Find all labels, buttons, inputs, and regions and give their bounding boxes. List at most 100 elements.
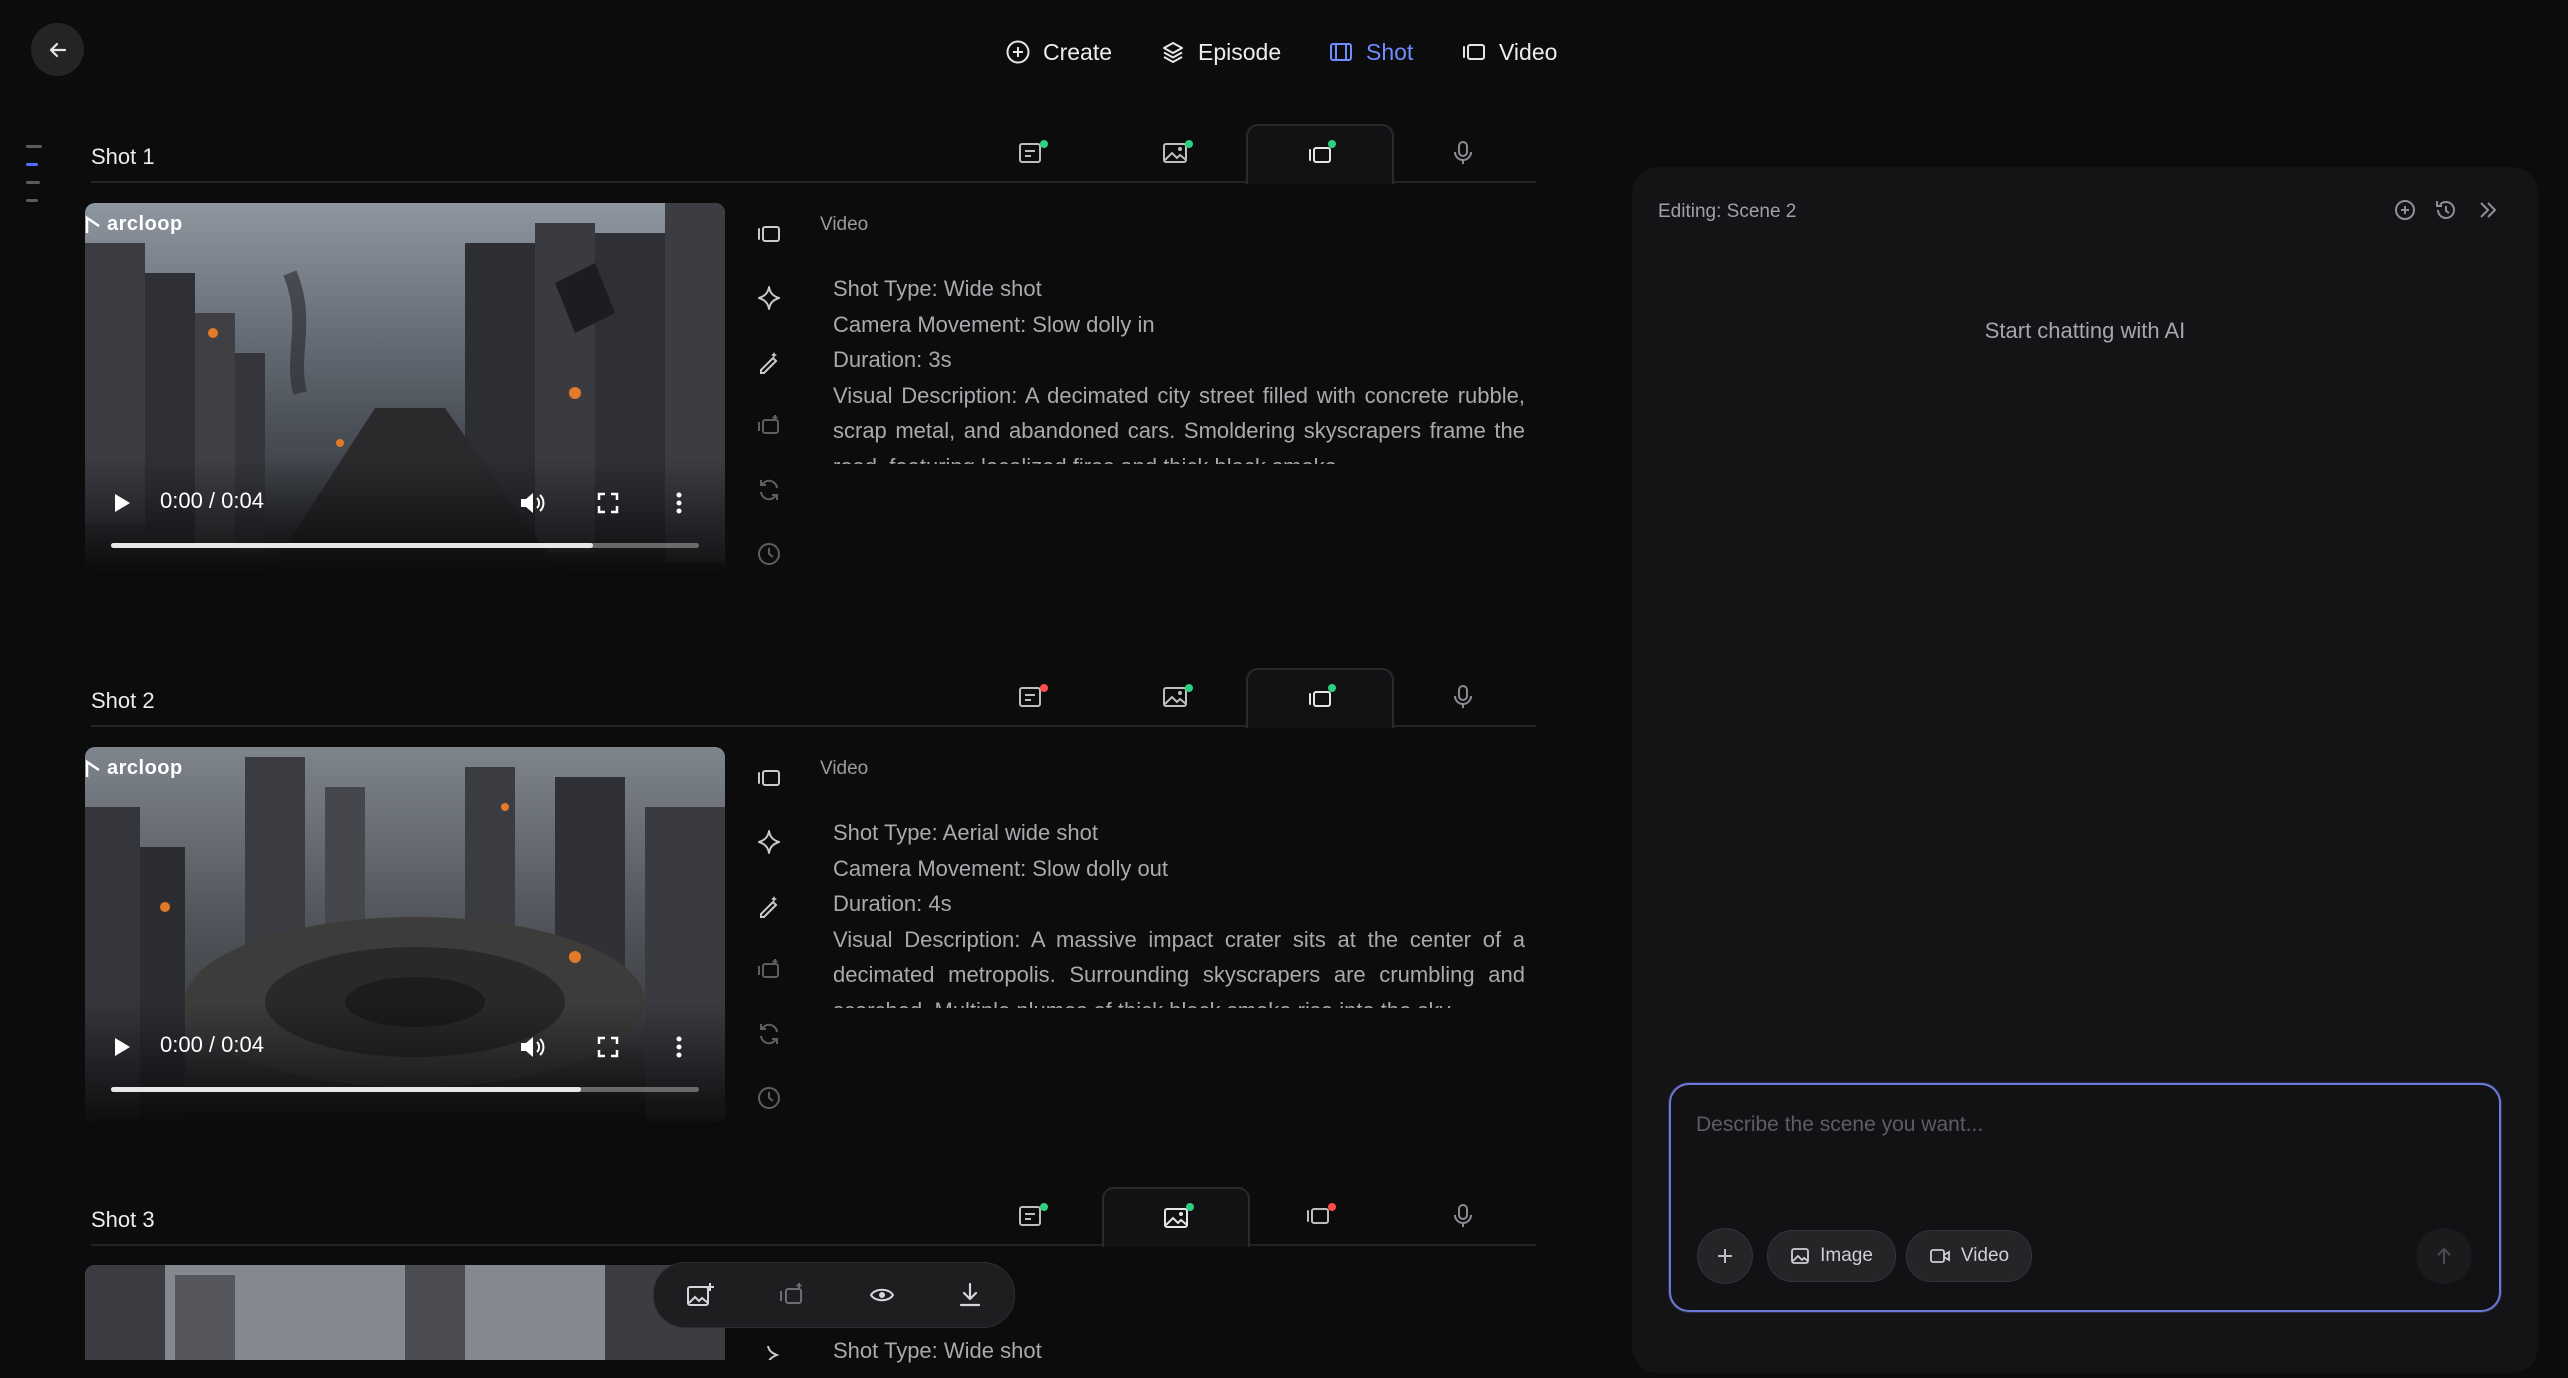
collapse-panel-icon[interactable]: [2476, 198, 2500, 222]
video-controls: 0:00 / 0:04: [85, 458, 725, 578]
refresh-button[interactable]: [749, 1014, 789, 1054]
shot-title: Shot 3: [91, 1207, 155, 1232]
shot-image[interactable]: [85, 1265, 725, 1360]
fullscreen-icon[interactable]: [596, 1035, 620, 1059]
image-edit-button[interactable]: [685, 1281, 715, 1309]
video-mode-button[interactable]: [749, 214, 789, 254]
sparkle-icon: [755, 828, 783, 856]
tab-script[interactable]: [958, 1187, 1102, 1245]
arrow-left-icon: [48, 40, 68, 60]
image-icon: [1790, 1246, 1810, 1266]
send-button[interactable]: [2416, 1228, 2472, 1284]
shot-toolbar: [749, 214, 789, 598]
clock-icon: [756, 541, 782, 567]
history-button[interactable]: [749, 1078, 789, 1118]
video-mode-label: Video: [1960, 1245, 2010, 1266]
empty-state-text: Start chatting with AI: [1984, 318, 2186, 343]
duration: Duration: 4s: [833, 891, 952, 916]
tab-video[interactable]: [1246, 1187, 1390, 1245]
shot-type: Shot Type: Wide shot: [833, 276, 1042, 301]
tab-image[interactable]: [1102, 1187, 1250, 1247]
more-vertical-icon[interactable]: [675, 1035, 683, 1059]
tab-video[interactable]: [1246, 668, 1394, 728]
ai-generate-button[interactable]: [749, 822, 789, 862]
video-player[interactable]: arcloop 0:00 / 0:04: [85, 203, 725, 578]
tab-image[interactable]: [1103, 124, 1247, 182]
outline-item[interactable]: [26, 181, 40, 184]
nav-shot-label: Shot: [1366, 38, 1414, 65]
fullscreen-icon[interactable]: [596, 491, 620, 515]
status-dot: [1185, 140, 1193, 148]
section-label: Video: [820, 214, 869, 235]
image-mode-button[interactable]: Image: [1767, 1230, 1896, 1282]
video-time: 0:00 / 0:04: [160, 1032, 264, 1057]
outline-item[interactable]: [26, 145, 42, 148]
outline-item[interactable]: [26, 199, 38, 202]
tab-audio[interactable]: [1391, 668, 1535, 726]
microphone-icon: [1449, 683, 1477, 711]
section-label: Video: [820, 758, 869, 779]
arcloop-logo: arcloop: [85, 213, 183, 236]
tab-script[interactable]: [958, 668, 1102, 726]
image-mode-label: Image: [1820, 1245, 1873, 1266]
nav-create-label: Create: [1043, 38, 1113, 65]
tab-script[interactable]: [958, 124, 1102, 182]
video-plus-icon: [756, 957, 782, 983]
progress-bar[interactable]: [111, 543, 699, 548]
plus-circle-icon: [1005, 39, 1031, 65]
history-icon[interactable]: [2434, 198, 2458, 222]
status-dot: [1040, 1203, 1048, 1211]
nav-episode[interactable]: Episode: [1160, 30, 1281, 74]
volume-icon[interactable]: [518, 1034, 546, 1060]
regenerate-video-button[interactable]: [749, 406, 789, 446]
refresh-icon: [756, 1021, 782, 1047]
video-player[interactable]: arcloop 0:00 / 0:04: [85, 747, 725, 1122]
nav-video[interactable]: Video: [1461, 30, 1557, 74]
shot-toolbar: [749, 758, 789, 1142]
status-dot: [1328, 684, 1336, 692]
sparkle-icon[interactable]: [757, 1346, 779, 1360]
status-dot: [1328, 140, 1336, 148]
volume-icon[interactable]: [518, 490, 546, 516]
chat-input[interactable]: Describe the scene you want...: [1696, 1113, 1983, 1137]
download-button[interactable]: [957, 1281, 983, 1309]
video-mode-button[interactable]: [749, 758, 789, 798]
regenerate-video-button[interactable]: [749, 950, 789, 990]
video-plus-icon: [756, 413, 782, 439]
status-dot: [1040, 140, 1048, 148]
new-chat-icon[interactable]: [2393, 198, 2417, 222]
camera-movement: Camera Movement: Slow dolly out: [833, 855, 1169, 881]
tab-image[interactable]: [1103, 668, 1247, 726]
more-vertical-icon[interactable]: [675, 491, 683, 515]
preview-eye-button[interactable]: [869, 1285, 895, 1305]
edit-button[interactable]: [749, 886, 789, 926]
refresh-button[interactable]: [749, 470, 789, 510]
shot-type: Shot Type: Aerial wide shot: [833, 820, 1098, 845]
attach-button[interactable]: [1697, 1228, 1753, 1284]
video-icon: [1461, 39, 1487, 65]
image-to-video-button[interactable]: [777, 1281, 807, 1309]
nav-create[interactable]: Create: [1005, 30, 1112, 74]
history-button[interactable]: [749, 534, 789, 574]
ai-generate-button[interactable]: [749, 278, 789, 318]
refresh-icon: [756, 477, 782, 503]
video-mode-button[interactable]: Video: [1906, 1230, 2032, 1282]
outline-item-active[interactable]: [26, 163, 38, 166]
tab-video[interactable]: [1246, 124, 1394, 184]
back-button[interactable]: [31, 23, 84, 76]
magic-pen-icon: [756, 349, 782, 375]
microphone-icon: [1449, 139, 1477, 167]
tab-audio[interactable]: [1391, 1187, 1535, 1245]
video-icon: [756, 765, 782, 791]
edit-button[interactable]: [749, 342, 789, 382]
tab-audio[interactable]: [1391, 124, 1535, 182]
nav-shot[interactable]: Shot: [1328, 30, 1413, 74]
progress-bar[interactable]: [111, 1087, 699, 1092]
play-icon[interactable]: [111, 491, 133, 515]
sparkle-icon: [755, 284, 783, 312]
duration: Duration: 3s: [833, 347, 952, 372]
arcloop-logo: arcloop: [85, 757, 183, 780]
status-dot: [1040, 684, 1048, 692]
play-icon[interactable]: [111, 1035, 133, 1059]
status-dot: [1328, 1203, 1336, 1211]
